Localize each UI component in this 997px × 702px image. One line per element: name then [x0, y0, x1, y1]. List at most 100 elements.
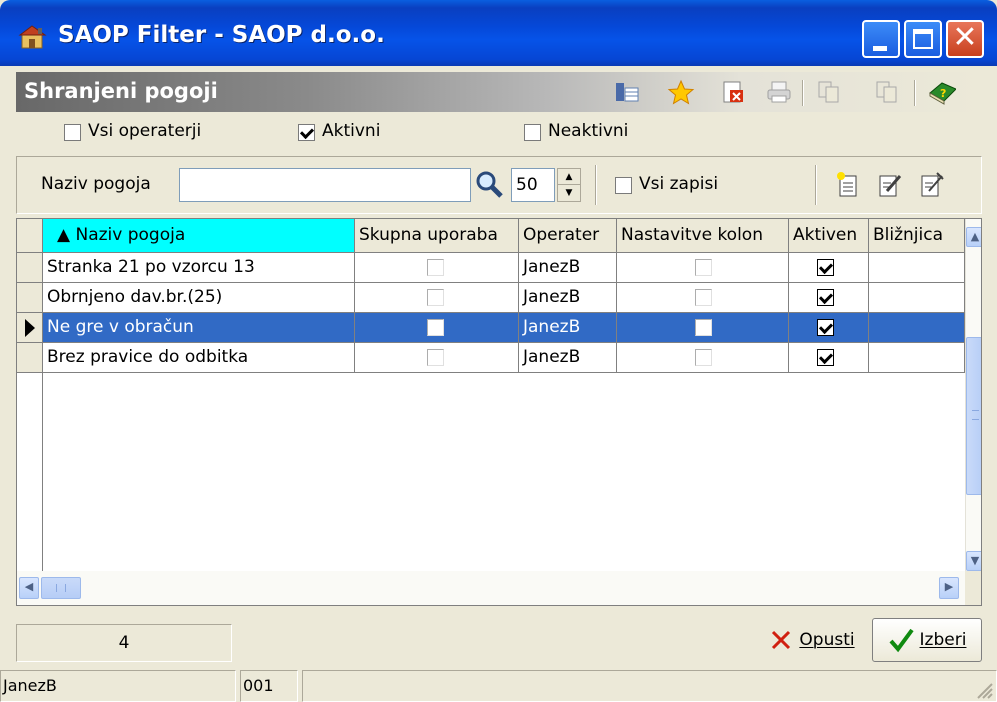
- active-row-checkbox[interactable]: [817, 349, 834, 366]
- cancel-button[interactable]: Opusti: [760, 618, 864, 662]
- cell-bliznjica[interactable]: [869, 283, 965, 313]
- columns-button[interactable]: [612, 78, 642, 106]
- row-indicator[interactable]: [17, 313, 43, 343]
- cell-skupna-uporaba[interactable]: [355, 283, 519, 313]
- horizontal-scrollbar[interactable]: ◀ ▶: [17, 571, 965, 605]
- active-row-checkbox[interactable]: [817, 259, 834, 276]
- section-title: Shranjeni pogoji: [24, 79, 218, 103]
- new-button[interactable]: [835, 171, 861, 204]
- cell-skupna-uporaba[interactable]: [355, 313, 519, 343]
- conditions-grid[interactable]: ▲ Naziv pogoja Skupna uporaba Operater N…: [16, 218, 982, 606]
- cell-aktiven[interactable]: [789, 253, 869, 283]
- row-indicator[interactable]: [17, 253, 43, 283]
- cell-nastavitve-kolon[interactable]: [617, 253, 789, 283]
- maximize-icon: [913, 29, 933, 49]
- cell-bliznjica[interactable]: [869, 343, 965, 373]
- all-records-checkbox[interactable]: [615, 177, 632, 194]
- header-bliznjica[interactable]: Bližnjica: [869, 219, 965, 253]
- scroll-down-button[interactable]: ▼: [966, 551, 981, 571]
- inactive-checkbox[interactable]: [524, 124, 541, 141]
- header-aktiven[interactable]: Aktiven: [789, 219, 869, 253]
- grip-icon: [972, 410, 979, 420]
- shared-checkbox[interactable]: [427, 349, 444, 366]
- paste-button[interactable]: [872, 78, 902, 106]
- minimize-button[interactable]: [862, 20, 900, 58]
- header-skupna-uporaba[interactable]: Skupna uporaba: [355, 219, 519, 253]
- cell-naziv[interactable]: Stranka 21 po vzorcu 13: [43, 253, 355, 283]
- active-label: Aktivni: [322, 121, 381, 141]
- toolbar-separator: [802, 80, 804, 106]
- all-records-label: Vsi zapisi: [639, 174, 719, 194]
- status-empty-panel: [302, 670, 997, 702]
- active-row-checkbox[interactable]: [817, 289, 834, 306]
- limit-stepper[interactable]: ▲ ▼: [557, 168, 581, 202]
- cell-aktiven[interactable]: [789, 283, 869, 313]
- table-row-selected[interactable]: Ne gre v obračun JanezB: [17, 313, 967, 343]
- column-settings-checkbox[interactable]: [695, 319, 712, 336]
- scroll-left-button[interactable]: ◀: [19, 577, 39, 599]
- header-operater[interactable]: Operater: [519, 219, 617, 253]
- all-operators-label: Vsi operaterji: [88, 121, 202, 141]
- cell-bliznjica[interactable]: [869, 253, 965, 283]
- shared-checkbox[interactable]: [427, 319, 444, 336]
- cell-aktiven[interactable]: [789, 343, 869, 373]
- cell-skupna-uporaba[interactable]: [355, 343, 519, 373]
- favorite-button[interactable]: [666, 78, 696, 106]
- select-button[interactable]: Izberi: [872, 618, 982, 662]
- column-settings-checkbox[interactable]: [695, 349, 712, 366]
- column-settings-checkbox[interactable]: [695, 259, 712, 276]
- active-checkbox[interactable]: [298, 124, 315, 141]
- spin-up-icon[interactable]: ▲: [558, 169, 580, 185]
- current-row-arrow-icon: [25, 319, 35, 337]
- horizontal-scroll-thumb[interactable]: [41, 577, 81, 599]
- row-indicator[interactable]: [17, 283, 43, 313]
- cell-operater[interactable]: JanezB: [519, 313, 617, 343]
- maximize-button[interactable]: [904, 20, 942, 58]
- limit-input[interactable]: 50: [511, 168, 555, 202]
- delete-button[interactable]: [718, 78, 748, 106]
- window-title: SAOP Filter - SAOP d.o.o.: [58, 22, 385, 48]
- edit-button[interactable]: [877, 171, 903, 204]
- cell-operater[interactable]: JanezB: [519, 283, 617, 313]
- help-book-icon: ?: [929, 82, 956, 105]
- search-input[interactable]: [179, 168, 471, 202]
- cell-aktiven[interactable]: [789, 313, 869, 343]
- print-button[interactable]: [764, 78, 794, 106]
- resize-grip-icon[interactable]: [974, 680, 994, 700]
- table-row[interactable]: Obrnjeno dav.br.(25) JanezB: [17, 283, 967, 313]
- scroll-up-button[interactable]: ▲: [966, 227, 981, 247]
- spin-down-icon[interactable]: ▼: [558, 185, 580, 201]
- scroll-right-button[interactable]: ▶: [939, 577, 959, 599]
- shared-checkbox[interactable]: [427, 289, 444, 306]
- vertical-scroll-thumb[interactable]: [966, 337, 981, 495]
- table-row[interactable]: Brez pravice do odbitka JanezB: [17, 343, 967, 373]
- cell-operater[interactable]: JanezB: [519, 343, 617, 373]
- all-operators-checkbox[interactable]: [64, 124, 81, 141]
- row-indicator[interactable]: [17, 343, 43, 373]
- rename-button[interactable]: [919, 171, 945, 204]
- active-row-checkbox[interactable]: [817, 319, 834, 336]
- cell-nastavitve-kolon[interactable]: [617, 313, 789, 343]
- close-button[interactable]: ✕: [946, 20, 984, 58]
- table-row[interactable]: Stranka 21 po vzorcu 13 JanezB: [17, 253, 967, 283]
- search-button[interactable]: [473, 169, 505, 204]
- title-bar[interactable]: SAOP Filter - SAOP d.o.o. ✕: [0, 0, 997, 66]
- cell-skupna-uporaba[interactable]: [355, 253, 519, 283]
- delete-document-icon: [723, 81, 743, 103]
- cell-nastavitve-kolon[interactable]: [617, 283, 789, 313]
- grid-header: ▲ Naziv pogoja Skupna uporaba Operater N…: [17, 219, 967, 253]
- help-button[interactable]: ?: [926, 78, 956, 106]
- cell-naziv[interactable]: Ne gre v obračun: [43, 313, 355, 343]
- copy-button[interactable]: [814, 78, 844, 106]
- shared-checkbox[interactable]: [427, 259, 444, 276]
- cell-naziv[interactable]: Brez pravice do odbitka: [43, 343, 355, 373]
- header-naziv-pogoja[interactable]: ▲ Naziv pogoja: [43, 219, 355, 253]
- cell-operater[interactable]: JanezB: [519, 253, 617, 283]
- column-settings-checkbox[interactable]: [695, 289, 712, 306]
- cell-naziv[interactable]: Obrnjeno dav.br.(25): [43, 283, 355, 313]
- vertical-scrollbar[interactable]: ▲ ▼: [965, 219, 981, 571]
- header-nastavitve-kolon[interactable]: Nastavitve kolon: [617, 219, 789, 253]
- cell-nastavitve-kolon[interactable]: [617, 343, 789, 373]
- search-separator: [595, 165, 597, 205]
- cell-bliznjica[interactable]: [869, 313, 965, 343]
